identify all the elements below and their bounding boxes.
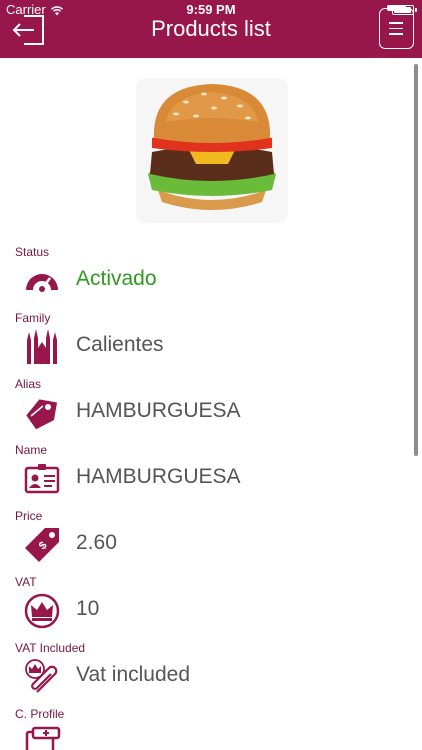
field-label: Status bbox=[15, 245, 50, 259]
page-title: Products list bbox=[151, 16, 271, 41]
cathedral-icon bbox=[27, 329, 57, 364]
field-vat-included: VAT Included Vat included bbox=[15, 640, 405, 702]
field-label: Family bbox=[15, 311, 51, 325]
field-status: Status Activado bbox=[15, 244, 405, 306]
tag-icon bbox=[26, 399, 58, 430]
crown-icon bbox=[24, 593, 60, 629]
field-value-vat: 10 bbox=[76, 597, 100, 620]
gauge-icon bbox=[26, 274, 58, 292]
field-value-family: Calientes bbox=[76, 333, 164, 356]
field-value-name: HAMBURGUESA bbox=[76, 465, 241, 488]
field-c-profile: C. Profile bbox=[15, 706, 405, 750]
field-label: C. Profile bbox=[15, 707, 65, 721]
menu-button[interactable] bbox=[379, 5, 414, 49]
scrollbar[interactable] bbox=[414, 64, 418, 456]
clipboard-clip bbox=[387, 5, 406, 11]
field-label: VAT bbox=[15, 575, 37, 589]
field-value-vat-included: Vat included bbox=[76, 663, 191, 686]
clipboard-list-icon bbox=[389, 22, 403, 39]
product-image bbox=[136, 78, 288, 223]
field-price: Price $ 2.60 bbox=[15, 508, 405, 570]
field-name: Name HAMBURGUESA bbox=[15, 442, 405, 504]
navigation-bar: Carrier 9:59 PM Products list bbox=[0, 0, 422, 58]
field-label: Price bbox=[15, 509, 43, 523]
hamburger-photo bbox=[148, 84, 276, 210]
id-card-icon bbox=[24, 464, 60, 494]
field-value-price: 2.60 bbox=[76, 531, 117, 554]
product-detail-scroll[interactable]: Status Activado Family Calientes Alias H… bbox=[0, 58, 422, 750]
field-label: Name bbox=[15, 443, 48, 457]
field-label: Alias bbox=[15, 377, 42, 391]
field-alias: Alias HAMBURGUESA bbox=[15, 376, 405, 438]
crown-paperclip-icon bbox=[25, 659, 58, 693]
field-family: Family Calientes bbox=[15, 310, 405, 372]
field-label: VAT Included bbox=[15, 641, 86, 655]
field-vat: VAT 10 bbox=[15, 574, 405, 636]
field-value-status: Activado bbox=[76, 267, 157, 290]
price-tag-icon: $ bbox=[25, 528, 59, 562]
field-value-alias: HAMBURGUESA bbox=[76, 399, 241, 422]
profile-list-icon bbox=[25, 726, 61, 750]
